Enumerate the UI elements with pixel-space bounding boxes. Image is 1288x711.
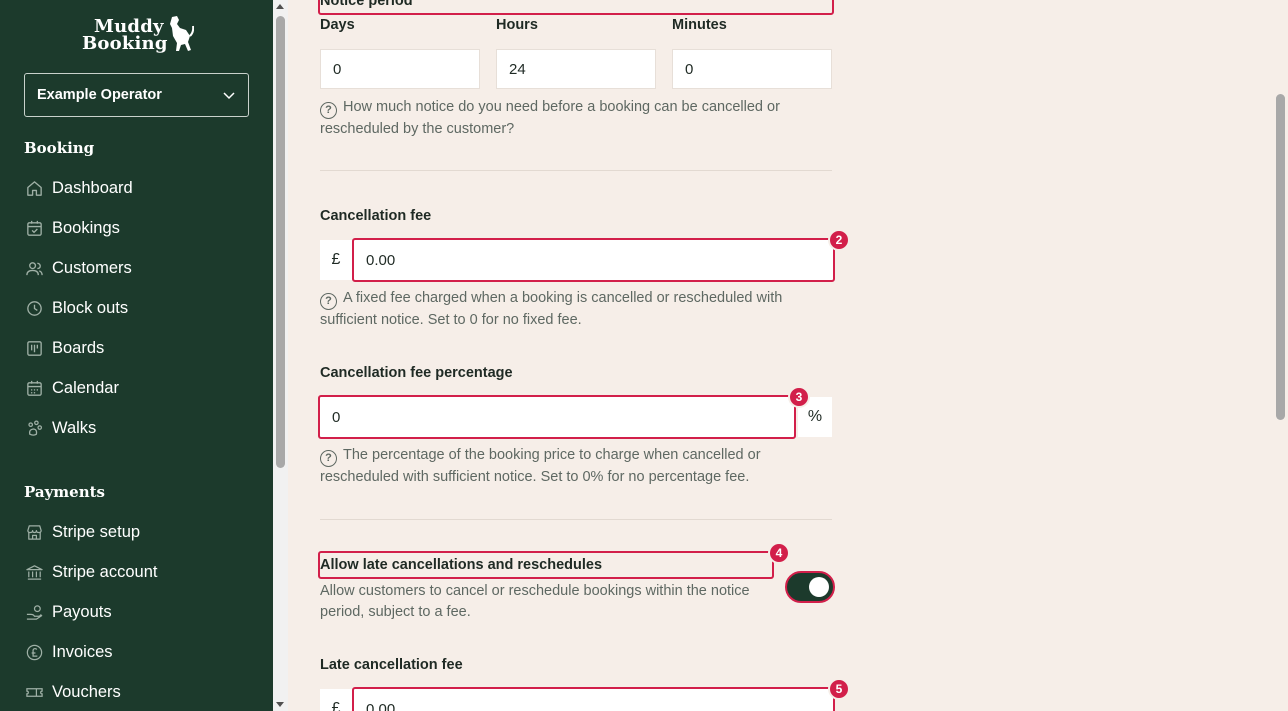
board-icon — [24, 338, 44, 358]
days-input[interactable]: 0 — [320, 49, 480, 89]
dog-icon — [170, 16, 194, 51]
late-cancellations-help: Allow customers to cancel or reschedule … — [320, 583, 750, 620]
section-divider — [320, 519, 832, 520]
notice-period-label: Notice period — [320, 0, 413, 9]
home-icon — [24, 178, 44, 198]
scroll-down-arrow-icon[interactable] — [276, 702, 284, 707]
notice-period-help-text: How much notice do you need before a boo… — [320, 99, 780, 137]
days-label: Days — [320, 17, 355, 33]
sidebar-item-label: Block outs — [52, 298, 129, 317]
annotation-badge-3: 3 — [788, 386, 810, 408]
toggle-knob — [809, 577, 829, 597]
paw-icon — [24, 418, 44, 438]
sidebar-item-label: Stripe setup — [52, 522, 141, 541]
sidebar-item-calendar[interactable]: Calendar — [24, 375, 119, 401]
sidebar-item-label: Invoices — [52, 642, 113, 661]
currency-prefix: £ — [320, 689, 352, 711]
notice-period-help: ? How much notice do you need before a bo… — [320, 97, 820, 140]
ticket-icon — [24, 682, 44, 702]
sidebar-item-invoices[interactable]: Invoices — [24, 639, 113, 665]
sidebar-item-customers[interactable]: Customers — [24, 255, 132, 281]
sidebar-item-bookings[interactable]: Bookings — [24, 215, 120, 241]
late-cancellations-toggle[interactable] — [785, 571, 835, 603]
hand-coins-icon — [24, 602, 44, 622]
section-divider — [320, 170, 832, 171]
annotation-badge-4: 4 — [768, 542, 790, 564]
currency-prefix: £ — [320, 240, 352, 280]
bank-icon — [24, 562, 44, 582]
late-cancellation-fee-label: Late cancellation fee — [320, 657, 463, 673]
sidebar-item-label: Customers — [52, 258, 132, 277]
sidebar-item-label: Dashboard — [52, 178, 133, 197]
cancellation-fee-percentage-help: ? The percentage of the booking price to … — [320, 445, 820, 488]
sidebar-item-payouts[interactable]: Payouts — [24, 599, 112, 625]
cancellation-fee-percentage-label: Cancellation fee percentage — [320, 365, 513, 381]
sidebar-item-block-outs[interactable]: Block outs — [24, 295, 128, 321]
page-scrollbar[interactable] — [1273, 0, 1288, 711]
calendar-check-icon — [24, 218, 44, 238]
hours-label: Hours — [496, 17, 538, 33]
payments-heading: Payments — [24, 483, 106, 501]
annotation-badge-2: 2 — [828, 229, 850, 251]
sidebar-item-label: Payouts — [52, 602, 112, 621]
scroll-up-arrow-icon[interactable] — [276, 4, 284, 9]
hours-input[interactable]: 24 — [496, 49, 656, 89]
users-icon — [24, 258, 44, 278]
sidebar-item-stripe-setup[interactable]: Stripe setup — [24, 519, 140, 545]
clock-icon — [24, 298, 44, 318]
operator-select[interactable]: Example Operator — [24, 73, 249, 117]
cancellation-fee-percentage-input[interactable]: 0 — [318, 395, 796, 439]
sidebar-item-dashboard[interactable]: Dashboard — [24, 175, 133, 201]
cancellation-fee-help-text: A fixed fee charged when a booking is ca… — [320, 290, 783, 328]
sidebar-item-vouchers[interactable]: Vouchers — [24, 679, 121, 705]
cancellation-fee-label: Cancellation fee — [320, 208, 432, 224]
late-cancellation-fee-input[interactable]: 0.00 — [352, 687, 835, 711]
annotation-badge-5: 5 — [828, 678, 850, 700]
cancellation-fee-help: ? A fixed fee charged when a booking is c… — [320, 288, 820, 331]
logo-line-2: Booking — [82, 33, 168, 54]
sidebar-item-boards[interactable]: Boards — [24, 335, 104, 361]
store-icon — [24, 522, 44, 542]
sidebar-item-label: Vouchers — [52, 682, 121, 701]
minutes-label: Minutes — [672, 17, 727, 33]
minutes-input[interactable]: 0 — [672, 49, 832, 89]
help-circle-icon: ? — [320, 102, 337, 119]
help-circle-icon: ? — [320, 293, 337, 310]
sidebar-item-label: Walks — [52, 418, 97, 437]
pound-coin-icon — [24, 642, 44, 662]
sidebar-item-label: Boards — [52, 338, 105, 357]
sidebar-item-stripe-account[interactable]: Stripe account — [24, 559, 157, 585]
chevron-down-icon — [223, 92, 235, 100]
sidebar-scrollbar[interactable] — [273, 0, 288, 711]
sidebar: Muddy Booking Example Operator Booking D… — [0, 0, 273, 711]
cancellation-fee-percentage-help-text: The percentage of the booking price to c… — [320, 447, 761, 485]
sidebar-item-label: Bookings — [52, 218, 120, 237]
sidebar-scrollbar-thumb[interactable] — [276, 16, 285, 468]
cancellation-fee-input[interactable]: 0.00 — [352, 238, 835, 282]
sidebar-item-label: Stripe account — [52, 562, 158, 581]
operator-select-value: Example Operator — [37, 87, 162, 103]
settings-form: Notice period Days Hours Minutes 0 24 0 … — [288, 0, 1273, 711]
calendar-icon — [24, 378, 44, 398]
sidebar-item-walks[interactable]: Walks — [24, 415, 96, 441]
late-cancellations-label: Allow late cancellations and reschedules — [320, 557, 603, 573]
muddy-booking-logo[interactable]: Muddy Booking — [80, 14, 195, 56]
sidebar-item-label: Calendar — [52, 378, 119, 397]
help-circle-icon: ? — [320, 450, 337, 467]
booking-heading: Booking — [24, 139, 95, 157]
page-scrollbar-thumb[interactable] — [1276, 94, 1285, 420]
